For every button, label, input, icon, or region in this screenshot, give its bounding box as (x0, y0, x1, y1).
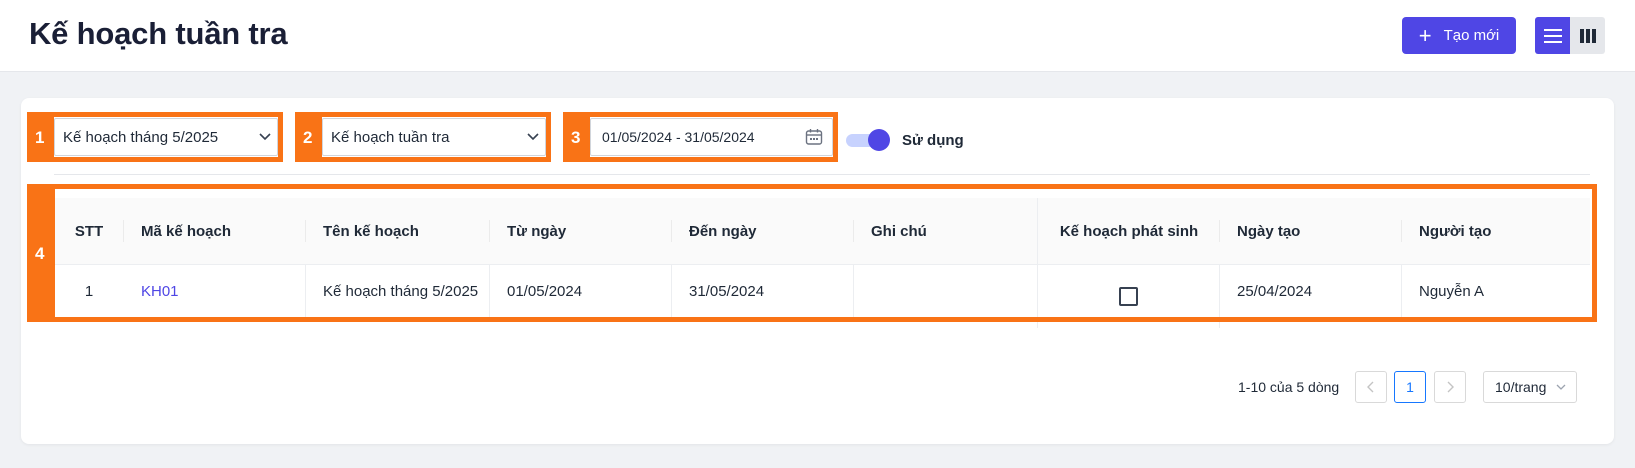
list-view-button[interactable] (1535, 17, 1570, 54)
annotation-number-4: 4 (35, 244, 45, 263)
plan-type-value: Kế hoạch tuần tra (331, 128, 450, 146)
plan-type-select[interactable]: Kế hoạch tuần tra (322, 118, 546, 156)
page-size-select[interactable]: 10/trang (1483, 371, 1577, 403)
view-toggle (1535, 17, 1605, 54)
plus-icon: + (1418, 22, 1432, 48)
plan-month-value: Kế hoạch tháng 5/2025 (63, 128, 219, 146)
annotation-number-2: 2 (303, 128, 313, 147)
column-view-button[interactable] (1570, 17, 1605, 54)
usage-toggle-label: Sử dụng (902, 132, 964, 149)
page-title: Kế hoạch tuần tra (29, 16, 288, 51)
create-new-label: Tạo mới (1443, 27, 1500, 44)
chevron-right-icon (1447, 381, 1454, 393)
prev-page-button[interactable] (1355, 371, 1387, 403)
page-size-value: 10/trang (1495, 379, 1547, 395)
date-range-value: 01/05/2024 - 31/05/2024 (602, 129, 755, 145)
chevron-down-icon (259, 133, 271, 141)
chevron-down-icon (527, 133, 539, 141)
date-range-picker[interactable]: 01/05/2024 - 31/05/2024 (590, 118, 833, 156)
next-page-button[interactable] (1434, 371, 1466, 403)
page-button-current[interactable]: 1 (1394, 371, 1426, 403)
plan-month-select[interactable]: Kế hoạch tháng 5/2025 (54, 118, 278, 156)
list-view-icon (1543, 28, 1562, 43)
annotation-number-3: 3 (571, 128, 581, 147)
toggle-knob (868, 129, 890, 151)
usage-toggle[interactable] (846, 129, 890, 151)
chevron-left-icon (1367, 381, 1374, 393)
create-new-button[interactable]: + Tạo mới (1402, 17, 1516, 54)
divider (54, 174, 1590, 175)
chevron-down-icon (1556, 384, 1566, 390)
column-view-icon (1579, 28, 1596, 43)
calendar-icon (805, 129, 823, 145)
top-bar: Kế hoạch tuần tra + Tạo mới (0, 0, 1635, 72)
annotation-frame-4 (50, 184, 1597, 322)
annotation-number-1: 1 (35, 128, 45, 147)
pagination-info: 1-10 của 5 dòng (1238, 379, 1340, 395)
